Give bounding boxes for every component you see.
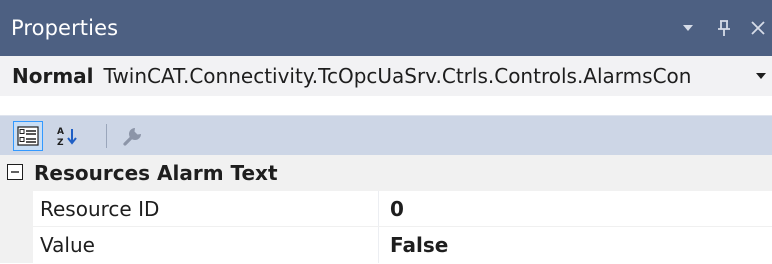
toolbar-separator xyxy=(106,124,107,148)
categorized-button[interactable] xyxy=(13,121,43,151)
property-name: Value xyxy=(40,233,95,257)
panel-title: Properties xyxy=(11,16,119,40)
sort-alphabetical-icon: A Z xyxy=(57,127,77,147)
row-gutter xyxy=(0,191,33,227)
svg-text:A: A xyxy=(57,127,64,137)
property-name: Resource ID xyxy=(40,197,160,221)
object-type: TwinCAT.Connectivity.TcOpcUaSrv.Ctrls.Co… xyxy=(103,64,692,88)
category-label: Resources Alarm Text xyxy=(34,161,278,185)
property-value[interactable]: False xyxy=(390,227,448,263)
properties-toolbar: A Z xyxy=(0,115,772,156)
property-pages-button[interactable] xyxy=(118,121,148,151)
properties-panel: Properties Normal TwinCAT.Connectivity.T… xyxy=(0,0,772,264)
wrench-icon xyxy=(123,128,141,146)
alphabetical-button[interactable]: A Z xyxy=(53,121,83,151)
collapse-icon[interactable] xyxy=(7,164,23,180)
triangle-down-icon xyxy=(683,25,693,31)
category-row[interactable]: Resources Alarm Text xyxy=(0,155,772,191)
column-divider[interactable] xyxy=(378,191,379,227)
categorized-icon xyxy=(17,126,39,146)
title-bar: Properties xyxy=(0,0,772,56)
window-position-dropdown[interactable] xyxy=(676,0,700,56)
close-icon xyxy=(751,21,765,35)
object-name: Normal xyxy=(12,64,94,88)
chevron-down-icon[interactable] xyxy=(756,56,766,96)
property-grid: Resources Alarm Text Resource ID 0 Value… xyxy=(0,155,772,264)
property-value[interactable]: 0 xyxy=(390,191,404,227)
column-divider[interactable] xyxy=(378,227,379,263)
property-row-resource-id[interactable]: Resource ID 0 xyxy=(0,191,772,227)
close-button[interactable] xyxy=(744,0,772,56)
pin-button[interactable] xyxy=(712,0,736,56)
svg-text:Z: Z xyxy=(57,138,64,147)
object-selector[interactable]: Normal TwinCAT.Connectivity.TcOpcUaSrv.C… xyxy=(0,56,772,96)
row-gutter xyxy=(0,227,33,263)
property-row-value[interactable]: Value False xyxy=(0,227,772,263)
pin-icon xyxy=(718,20,730,36)
